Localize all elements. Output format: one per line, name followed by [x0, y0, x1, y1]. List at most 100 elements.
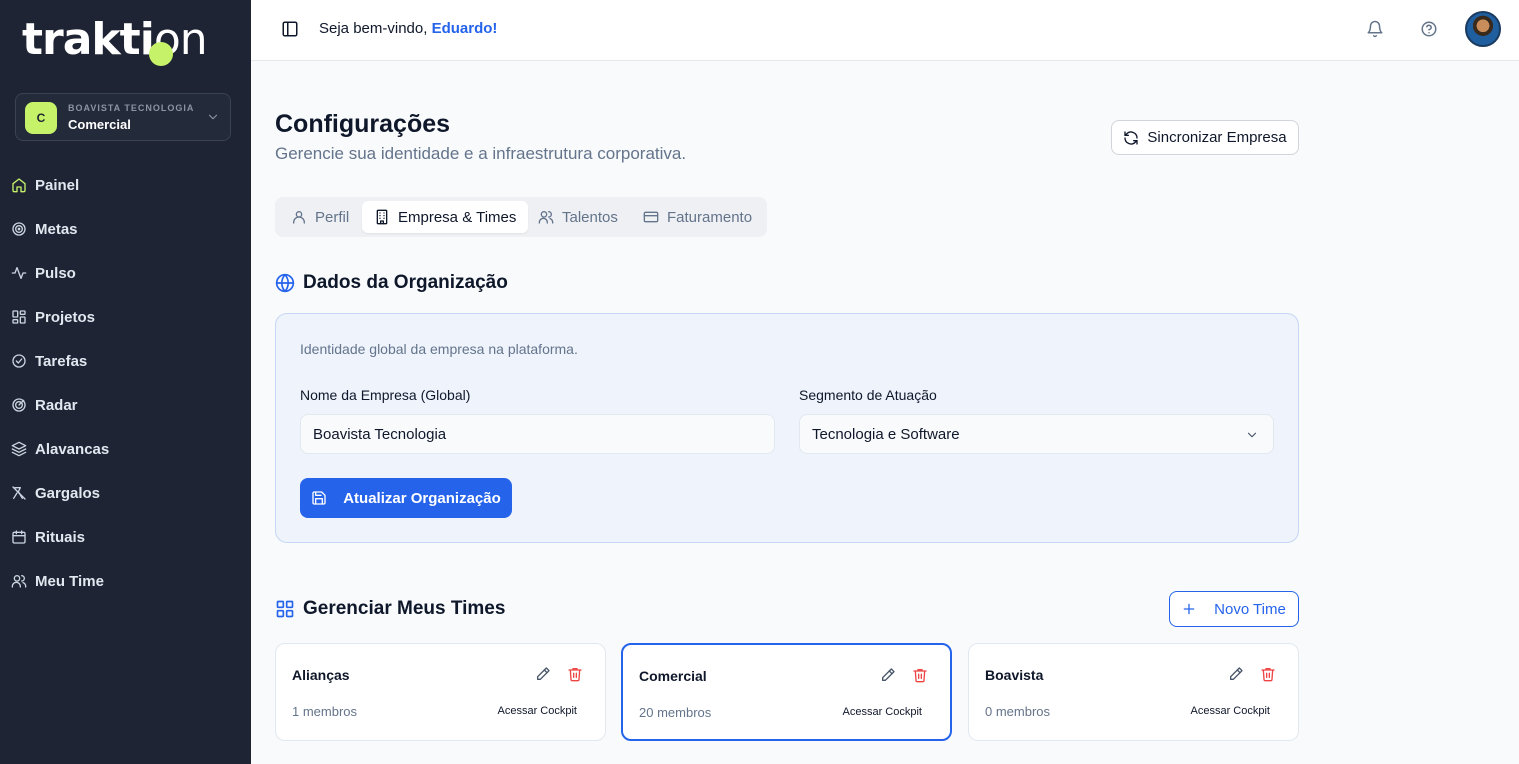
- org-data-card: Identidade global da empresa na platafor…: [275, 313, 1299, 543]
- users-icon: [11, 575, 27, 588]
- tab-talentos[interactable]: Talentos: [526, 201, 630, 233]
- sidebar-item-label: Metas: [35, 220, 78, 238]
- calendar-icon: [12, 530, 26, 544]
- grid-icon: [276, 600, 294, 618]
- sidebar-item-alavancas[interactable]: Alavancas: [0, 427, 251, 471]
- sidebar-item-label: Rituais: [35, 528, 86, 546]
- section-title-text: Dados da Organização: [303, 272, 508, 293]
- trash-icon[interactable]: [567, 666, 583, 682]
- team-members-count: 1 membros: [292, 704, 358, 719]
- pencil-icon[interactable]: [535, 666, 551, 682]
- sidebar-item-metas[interactable]: Metas: [0, 207, 251, 251]
- top-header: Seja bem-vindo, Eduardo!: [251, 0, 1519, 61]
- sync-company-label: Sincronizar Empresa: [1147, 129, 1287, 146]
- tab-label: Talentos: [562, 208, 618, 226]
- sidebar-item-painel[interactable]: Painel: [0, 163, 251, 207]
- company-name-label: Nome da Empresa (Global): [300, 387, 471, 403]
- save-icon: [312, 491, 326, 505]
- refresh-icon: [1124, 130, 1139, 145]
- sidebar-item-label: Painel: [35, 176, 80, 194]
- welcome-message: Seja bem-vindo, Eduardo!: [319, 20, 497, 37]
- sidebar-item-gargalos[interactable]: Gargalos: [0, 471, 251, 515]
- credit-card-icon: [643, 211, 659, 223]
- team-members-count: 0 membros: [985, 704, 1051, 719]
- users-icon: [538, 211, 554, 224]
- help-icon[interactable]: [1420, 20, 1438, 38]
- settings-tabs: Perfil Empresa & Times Talentos Faturame…: [275, 197, 767, 237]
- sidebar-item-label: Pulso: [35, 264, 76, 282]
- activity-icon: [11, 267, 27, 279]
- layers-icon: [11, 441, 27, 457]
- org-team-name: Comercial: [68, 117, 131, 132]
- app-logo[interactable]: traktion: [22, 14, 208, 66]
- welcome-text: Seja bem-vindo,: [319, 20, 428, 37]
- access-cockpit-link[interactable]: Acessar Cockpit: [1191, 705, 1270, 717]
- user-name: Eduardo!: [431, 20, 498, 37]
- tab-empresa-times[interactable]: Empresa & Times: [362, 201, 529, 233]
- org-description: Identidade global da empresa na platafor…: [300, 341, 578, 357]
- segment-label: Segmento de Atuação: [799, 387, 937, 403]
- team-card[interactable]: Comercial 20 membros Acessar Cockpit: [621, 643, 952, 741]
- page-title: Configurações: [275, 110, 451, 138]
- bottleneck-icon: [12, 486, 26, 500]
- segment-selected-value: Tecnologia e Software: [812, 425, 960, 443]
- sidebar-item-label: Projetos: [35, 308, 96, 326]
- page-subtitle: Gerencie sua identidade e a infraestrutu…: [275, 144, 687, 163]
- sidebar-toggle-icon[interactable]: [281, 20, 299, 38]
- bell-icon[interactable]: [1366, 20, 1384, 38]
- team-card[interactable]: Alianças 1 membros Acessar Cockpit: [275, 643, 606, 741]
- sidebar-item-label: Tarefas: [35, 352, 88, 370]
- sidebar-item-projetos[interactable]: Projetos: [0, 295, 251, 339]
- logo-dot: [149, 42, 173, 66]
- building-icon: [376, 209, 388, 225]
- sidebar-item-radar[interactable]: Radar: [0, 383, 251, 427]
- sidebar-item-tarefas[interactable]: Tarefas: [0, 339, 251, 383]
- pencil-icon[interactable]: [880, 667, 896, 683]
- sidebar-item-label: Alavancas: [35, 440, 110, 458]
- org-badge: C: [25, 102, 57, 134]
- target-icon: [12, 222, 26, 236]
- org-section-title: Dados da Organização: [275, 272, 508, 294]
- tab-perfil[interactable]: Perfil: [279, 201, 361, 233]
- sidebar-item-label: Gargalos: [35, 484, 101, 502]
- update-organization-button[interactable]: Atualizar Organização: [300, 478, 512, 518]
- logo-text: trakti: [22, 14, 155, 65]
- org-switcher[interactable]: C BOAVISTA TECNOLOGIA Comercial: [15, 93, 231, 141]
- home-icon: [12, 178, 26, 193]
- sidebar-item-label: Radar: [35, 396, 78, 414]
- new-team-button[interactable]: Novo Time: [1169, 591, 1299, 627]
- plus-icon: [1183, 603, 1195, 615]
- access-cockpit-link[interactable]: Acessar Cockpit: [498, 705, 577, 717]
- trash-icon[interactable]: [1260, 666, 1276, 682]
- new-team-label: Novo Time: [1214, 600, 1286, 618]
- tab-faturamento[interactable]: Faturamento: [631, 201, 764, 233]
- grid-icon: [12, 310, 26, 324]
- team-members-count: 20 membros: [639, 705, 712, 720]
- globe-icon: [275, 273, 295, 293]
- chevron-down-icon: [1247, 432, 1257, 438]
- sync-company-button[interactable]: Sincronizar Empresa: [1111, 120, 1299, 155]
- sidebar-item-meu-time[interactable]: Meu Time: [0, 559, 251, 603]
- section-title-text: Gerenciar Meus Times: [303, 598, 506, 619]
- radar-icon: [12, 398, 26, 412]
- update-organization-label: Atualizar Organização: [343, 489, 501, 507]
- teams-section-title: Gerenciar Meus Times: [275, 598, 505, 620]
- team-name: Alianças: [292, 667, 350, 683]
- company-name-input[interactable]: [300, 414, 775, 454]
- tab-label: Faturamento: [667, 208, 753, 226]
- team-name: Boavista: [985, 667, 1044, 683]
- segment-select[interactable]: Tecnologia e Software: [799, 414, 1274, 454]
- pencil-icon[interactable]: [1228, 666, 1244, 682]
- sidebar-nav: Painel Metas Pulso Projetos Tarefas Rada…: [0, 163, 251, 603]
- team-name: Comercial: [639, 668, 707, 684]
- sidebar-item-rituais[interactable]: Rituais: [0, 515, 251, 559]
- sidebar: traktion C BOAVISTA TECNOLOGIA Comercial…: [0, 0, 251, 764]
- access-cockpit-link[interactable]: Acessar Cockpit: [843, 706, 922, 718]
- team-card[interactable]: Boavista 0 membros Acessar Cockpit: [968, 643, 1299, 741]
- trash-icon[interactable]: [912, 667, 928, 683]
- tab-label: Empresa & Times: [398, 208, 517, 226]
- tab-label: Perfil: [315, 208, 350, 226]
- org-company-name: BOAVISTA TECNOLOGIA: [68, 103, 195, 113]
- sidebar-item-pulso[interactable]: Pulso: [0, 251, 251, 295]
- avatar[interactable]: [1465, 11, 1501, 47]
